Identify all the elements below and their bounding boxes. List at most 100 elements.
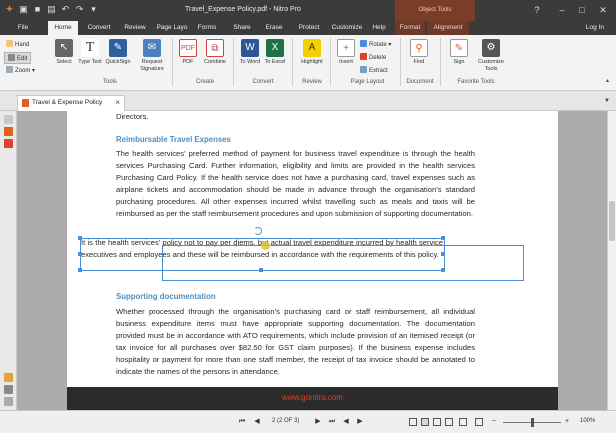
close-tab-icon[interactable]: × <box>115 96 120 110</box>
facing-continuous-view-icon[interactable] <box>445 418 453 426</box>
combine-button[interactable]: ⧉ Combine <box>199 39 231 66</box>
page-indicator[interactable]: 2 (2 OF 3) <box>272 418 299 424</box>
previous-page-icon[interactable]: ◀ <box>252 417 262 427</box>
zoom-out-icon[interactable]: − <box>489 417 499 427</box>
continuous-view-icon[interactable] <box>421 418 429 426</box>
tab-page-layout[interactable]: Page Layo <box>154 21 190 35</box>
fit-width-icon[interactable] <box>459 418 467 426</box>
rotate-button[interactable]: Rotate ▾ <box>360 40 391 48</box>
paragraph-supporting[interactable]: Whether processed through the organisati… <box>116 306 475 378</box>
resize-handle[interactable] <box>441 252 445 256</box>
resize-handle[interactable] <box>78 236 82 240</box>
tab-protect[interactable]: Protect <box>292 21 326 35</box>
login-link[interactable]: Log In <box>586 24 604 31</box>
fit-page-icon[interactable] <box>475 418 483 426</box>
resize-handle[interactable] <box>78 252 82 256</box>
delete-label: Delete <box>369 55 387 61</box>
selection-box-moving[interactable] <box>162 245 524 281</box>
collapse-ribbon-icon[interactable]: ▴ <box>606 77 609 84</box>
pdf-page: Directors. Reimbursable Travel Expenses … <box>67 111 558 410</box>
next-view-icon[interactable]: ▶ <box>355 417 365 427</box>
signatures-panel-icon[interactable] <box>4 385 13 394</box>
edit-tool[interactable]: Edit <box>4 52 32 64</box>
document-tab-row: Travel & Expense Policy × ▼ <box>0 91 616 111</box>
attachments-panel-icon[interactable] <box>4 139 13 148</box>
open-folder-icon[interactable]: ▣ <box>18 4 29 15</box>
facing-view-icon[interactable] <box>433 418 441 426</box>
tab-format[interactable]: Format <box>395 21 425 35</box>
group-convert-label: Convert <box>252 79 274 85</box>
tab-list-dropdown-icon[interactable]: ▼ <box>604 98 610 104</box>
next-page-icon[interactable]: ▶ <box>313 417 323 427</box>
pages-panel-icon[interactable] <box>4 115 13 124</box>
resize-handle[interactable] <box>259 268 263 272</box>
object-tools-context-group: Object Tools <box>395 0 475 21</box>
last-page-icon[interactable]: ⏭ <box>327 417 337 427</box>
extract-icon <box>360 66 367 73</box>
zoom-tool[interactable]: Zoom ▾ <box>6 66 35 74</box>
resize-handle[interactable] <box>441 236 445 240</box>
resize-handle[interactable] <box>441 268 445 272</box>
single-page-view-icon[interactable] <box>409 418 417 426</box>
zoom-slider-thumb[interactable] <box>530 418 534 427</box>
output-panel-icon[interactable] <box>4 397 13 406</box>
tab-review[interactable]: Review <box>120 21 150 35</box>
tab-convert[interactable]: Convert <box>82 21 116 35</box>
nitro-app-icon[interactable]: ✦ <box>4 4 15 15</box>
zoom-in-icon[interactable]: + <box>562 417 572 427</box>
minimize-button[interactable]: – <box>555 4 569 16</box>
tab-alignment[interactable]: Alignment <box>427 21 469 35</box>
request-signature-button[interactable]: ✉ Request Signature <box>136 39 168 72</box>
request-signature-label: Request Signature <box>140 59 164 72</box>
save-icon[interactable]: ■ <box>32 4 43 15</box>
find-label: Find <box>413 59 425 65</box>
tab-share[interactable]: Share <box>228 21 256 35</box>
group-page-layout-label: Page Layout <box>350 79 385 85</box>
maximize-button[interactable]: □ <box>575 4 589 16</box>
group-review-label: Review <box>302 79 322 85</box>
scrollbar-thumb[interactable] <box>609 201 615 241</box>
hand-tool[interactable]: Hand <box>6 40 29 48</box>
type-text-icon: T <box>81 39 99 57</box>
tab-home[interactable]: Home <box>48 21 78 35</box>
tab-customize[interactable]: Customize <box>328 21 366 35</box>
document-tab-label: Travel & Expense Policy <box>32 99 103 106</box>
first-page-icon[interactable]: ⏮ <box>237 417 247 427</box>
rotate-icon <box>360 40 367 47</box>
paragraph-reimbursable[interactable]: The health services’ preferred method of… <box>116 148 475 220</box>
zoom-level[interactable]: 100% <box>580 418 595 424</box>
tab-file[interactable]: File <box>4 21 42 35</box>
tab-forms[interactable]: Forms <box>193 21 221 35</box>
to-excel-button[interactable]: X To Excel <box>259 39 291 66</box>
document-tab[interactable]: Travel & Expense Policy × <box>17 95 125 111</box>
redo-icon[interactable]: ↷ <box>74 4 85 15</box>
comments-panel-icon[interactable] <box>4 373 13 382</box>
find-button[interactable]: ⚲ Find <box>403 39 435 66</box>
rotate-handle-icon[interactable] <box>254 227 262 235</box>
highlight-label: Highlight <box>301 59 323 65</box>
undo-icon[interactable]: ↶ <box>60 4 71 15</box>
previous-view-icon[interactable]: ◀ <box>341 417 351 427</box>
bookmarks-panel-icon[interactable] <box>4 127 13 136</box>
tab-erase[interactable]: Erase <box>260 21 288 35</box>
sign-button[interactable]: ✎ Sign <box>443 39 475 66</box>
quicksign-button[interactable]: ✎ QuickSign <box>102 39 134 66</box>
vertical-scrollbar[interactable] <box>607 111 616 410</box>
select-cursor-icon: ↖ <box>55 39 73 57</box>
rotate-label: Rotate <box>369 42 387 48</box>
quick-access-dropdown-icon[interactable]: ▾ <box>88 4 99 15</box>
tab-help[interactable]: Help <box>368 21 390 35</box>
quicksign-label: QuickSign <box>105 59 131 65</box>
print-icon[interactable]: ▤ <box>46 4 57 15</box>
resize-handle[interactable] <box>78 268 82 272</box>
combine-label: Combine <box>203 59 226 65</box>
help-icon[interactable]: ? <box>530 4 544 16</box>
delete-button[interactable]: Delete <box>360 53 386 61</box>
extract-button[interactable]: Extract <box>360 66 388 74</box>
ribbon: Hand Edit Zoom ▾ ↖ Select T Type Text ✎ … <box>0 35 616 91</box>
close-button[interactable]: ✕ <box>596 4 610 16</box>
footer-url[interactable]: www.gonitro.com <box>67 393 558 402</box>
customize-tools-button[interactable]: ⚙ Customize Tools <box>473 39 509 72</box>
insert-button[interactable]: + Insert <box>330 39 362 66</box>
highlight-button[interactable]: A Highlight <box>295 39 329 66</box>
